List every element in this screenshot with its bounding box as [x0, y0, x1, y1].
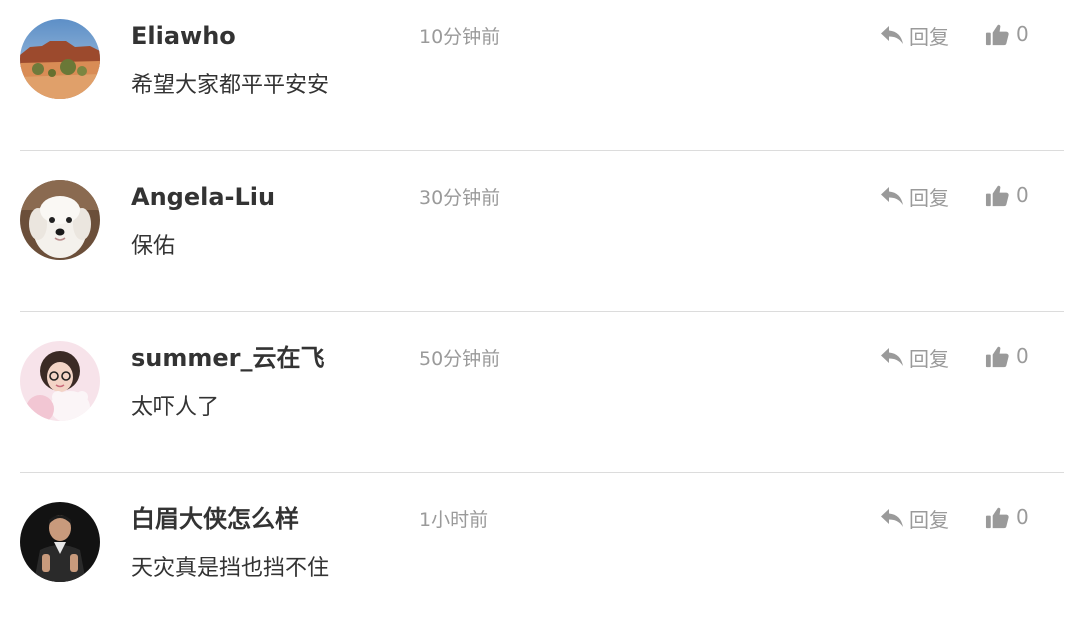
reply-button[interactable]: 回复: [880, 342, 949, 372]
reply-button[interactable]: 回复: [880, 181, 949, 211]
reply-arrow-icon: [881, 348, 903, 366]
like-button[interactable]: 0: [985, 18, 1029, 50]
username[interactable]: summer_云在飞: [131, 342, 325, 374]
comment-text: 太吓人了: [131, 395, 220, 420]
comment-text: 天灾真是挡也挡不住: [131, 556, 330, 581]
comment-text: 保佑: [131, 234, 176, 259]
landscape-avatar-icon: [20, 19, 100, 99]
reply-arrow-icon: [881, 26, 903, 44]
username[interactable]: Angela-Liu: [131, 181, 275, 213]
like-count: 0: [1016, 22, 1029, 46]
user-avatar[interactable]: [20, 341, 100, 421]
username[interactable]: 白眉大侠怎么样: [131, 503, 299, 535]
user-avatar[interactable]: [20, 502, 100, 582]
reply-label: 回复: [909, 507, 949, 532]
comment-item: 白眉大侠怎么样 1小时前 天灾真是挡也挡不住 回复 0: [0, 483, 1080, 633]
reply-label: 回复: [909, 346, 949, 371]
comment-text: 希望大家都平平安安: [131, 73, 330, 98]
dog-avatar-icon: [20, 180, 100, 260]
girl-avatar-icon: [20, 341, 100, 421]
comment-divider: [20, 311, 1064, 312]
comment-divider: [20, 472, 1064, 473]
like-button[interactable]: 0: [985, 501, 1029, 533]
thumbs-up-icon: [985, 346, 1009, 367]
user-avatar[interactable]: [20, 19, 100, 99]
comment-list: Eliawho 10分钟前 希望大家都平平安安 回复 0 Angela-Liu …: [0, 0, 1080, 602]
like-button[interactable]: 0: [985, 179, 1029, 211]
timestamp: 10分钟前: [419, 26, 501, 48]
like-count: 0: [1016, 505, 1029, 529]
reply-button[interactable]: 回复: [880, 20, 949, 50]
thumbs-up-icon: [985, 185, 1009, 206]
comment-item: Angela-Liu 30分钟前 保佑 回复 0: [0, 161, 1080, 311]
comment-item: Eliawho 10分钟前 希望大家都平平安安 回复 0: [0, 0, 1080, 150]
man-avatar-icon: [20, 502, 100, 582]
timestamp: 30分钟前: [419, 187, 501, 209]
like-count: 0: [1016, 344, 1029, 368]
like-button[interactable]: 0: [985, 340, 1029, 372]
thumbs-up-icon: [985, 507, 1009, 528]
timestamp: 1小时前: [419, 509, 489, 531]
like-count: 0: [1016, 183, 1029, 207]
thumbs-up-icon: [985, 24, 1009, 45]
reply-arrow-icon: [881, 187, 903, 205]
user-avatar[interactable]: [20, 180, 100, 260]
timestamp: 50分钟前: [419, 348, 501, 370]
reply-label: 回复: [909, 24, 949, 49]
reply-arrow-icon: [881, 509, 903, 527]
reply-button[interactable]: 回复: [880, 503, 949, 533]
username[interactable]: Eliawho: [131, 20, 236, 52]
reply-label: 回复: [909, 185, 949, 210]
comment-item: summer_云在飞 50分钟前 太吓人了 回复 0: [0, 322, 1080, 472]
comment-divider: [20, 150, 1064, 151]
